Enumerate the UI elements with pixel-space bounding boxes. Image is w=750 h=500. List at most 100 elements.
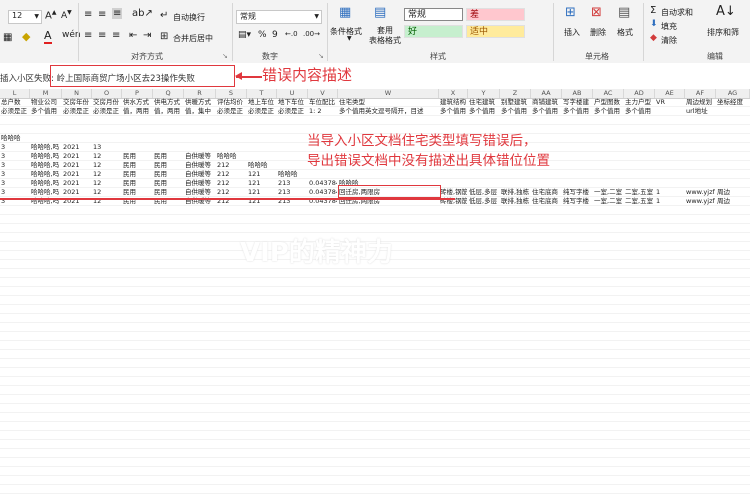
align-left-icon[interactable]: ≡ [84, 30, 92, 41]
column-header-AC[interactable]: AC [593, 89, 624, 98]
fill-icon[interactable]: ⬇ [650, 19, 658, 29]
data-cell[interactable]: 纯写字楼 [563, 197, 592, 206]
data-cell[interactable]: 哈哈哈 [217, 152, 246, 161]
header-cell[interactable]: 住宅类型 [339, 98, 438, 107]
wrap-text-icon[interactable]: ↵ [160, 10, 168, 21]
font-size-select[interactable]: 12 ▼ [8, 10, 42, 24]
hint-cell[interactable]: 1: 2 [309, 107, 337, 116]
currency-icon[interactable]: ▤▾ [238, 30, 251, 40]
header-cell[interactable]: 车位配比 [309, 98, 337, 107]
data-cell[interactable]: 1 [656, 197, 684, 206]
data-cell[interactable]: 民用 [123, 161, 152, 170]
data-cell[interactable]: 哈哈哈,吗 [31, 179, 61, 188]
hint-cell[interactable]: 必须是正 [217, 107, 246, 116]
data-cell[interactable]: 民用 [154, 188, 183, 197]
column-header-R[interactable]: R [184, 89, 216, 98]
comma-style-icon[interactable]: 9 [272, 30, 278, 40]
increase-decimal-icon[interactable]: ←.0 [285, 30, 298, 38]
sort-filter-icon[interactable]: A↓ [716, 4, 736, 19]
hint-cell[interactable]: 多个值用英文逗号隔开，目述 [339, 107, 438, 116]
column-header-S[interactable]: S [216, 89, 247, 98]
hint-cell[interactable]: 必须是正 [248, 107, 276, 116]
delete-button[interactable]: 删除 [590, 27, 606, 38]
clear-button[interactable]: 清除 [661, 35, 677, 46]
header-cell[interactable]: 供水方式 [123, 98, 152, 107]
data-cell[interactable]: 13 [93, 143, 121, 152]
data-cell[interactable]: 121 [248, 170, 276, 179]
data-cell[interactable]: 民用 [123, 188, 152, 197]
data-cell[interactable]: 0.043784 [309, 188, 337, 197]
header-cell[interactable]: 别墅建筑 [501, 98, 530, 107]
data-cell[interactable]: 2021 [63, 170, 91, 179]
number-format-select[interactable]: 常规 ▼ [236, 10, 322, 24]
column-header-AF[interactable]: AF [685, 89, 716, 98]
data-cell[interactable]: 1 [656, 188, 684, 197]
data-cell[interactable]: 12 [93, 161, 121, 170]
column-header-Y[interactable]: Y [468, 89, 500, 98]
header-cell[interactable]: 交房月份 [93, 98, 121, 107]
header-cell[interactable]: 地上车位 [248, 98, 276, 107]
header-cell[interactable]: 供暖方式 [185, 98, 215, 107]
wrap-text-button[interactable]: 自动换行 [173, 12, 205, 23]
hint-cell[interactable]: 多个值用 [501, 107, 530, 116]
cell-style-1[interactable]: 差 [466, 8, 525, 21]
column-header-M[interactable]: M [30, 89, 62, 98]
align-right-icon[interactable]: ≡ [112, 30, 120, 41]
header-cell[interactable]: 主力户型 [625, 98, 654, 107]
font-color-icon[interactable]: A [44, 29, 52, 44]
data-cell[interactable]: 213 [278, 179, 307, 188]
hint-cell[interactable]: 值，两用 [154, 107, 183, 116]
data-cell[interactable]: 3 [1, 143, 29, 152]
data-cell[interactable]: 一室,二室 [594, 188, 623, 197]
data-cell[interactable]: 纯写字楼 [563, 188, 592, 197]
data-cell[interactable]: 3 [1, 170, 29, 179]
header-cell[interactable]: 供电方式 [154, 98, 183, 107]
header-cell[interactable]: 周边规划 [686, 98, 715, 107]
data-cell[interactable]: 自供暖等 [185, 179, 215, 188]
header-cell[interactable]: 总户数 [1, 98, 29, 107]
decrease-font-icon[interactable]: A▼ [61, 9, 72, 21]
data-cell[interactable]: 2021 [63, 152, 91, 161]
column-header-Z[interactable]: Z [500, 89, 531, 98]
conditional-format-icon[interactable]: ▦ [339, 5, 351, 20]
cell-style-3[interactable]: 适中 [466, 25, 525, 38]
column-header-AE[interactable]: AE [655, 89, 685, 98]
data-cell[interactable]: 哈哈哈,吗 [31, 188, 61, 197]
insert-icon[interactable]: ⊞ [565, 5, 576, 20]
data-cell[interactable]: 哈哈哈,吗 [31, 170, 61, 179]
data-cell[interactable]: 民用 [123, 179, 152, 188]
dialog-launcher-icon[interactable]: ↘ [318, 52, 324, 60]
sort-filter-button[interactable]: 排序和筛 [707, 27, 739, 38]
fill-color-icon[interactable]: ◆ [22, 30, 30, 43]
data-cell[interactable]: 12 [93, 188, 121, 197]
header-cell[interactable]: 住宅建筑 [469, 98, 499, 107]
column-header-P[interactable]: P [122, 89, 153, 98]
data-cell[interactable]: 住宅底商 [532, 197, 561, 206]
data-cell[interactable]: 哈哈哈 [278, 170, 307, 179]
hint-cell[interactable]: 多个值用 [594, 107, 623, 116]
hint-cell[interactable]: 多个值用 [440, 107, 467, 116]
data-cell[interactable]: 周边 [717, 188, 749, 197]
data-cell[interactable]: 自供暖等 [185, 161, 215, 170]
data-cell[interactable]: 自供暖等 [185, 152, 215, 161]
data-cell[interactable]: 12 [93, 152, 121, 161]
insert-button[interactable]: 插入 [564, 27, 580, 38]
hint-cell[interactable]: 值，集中 [185, 107, 215, 116]
column-header-AB[interactable]: AB [562, 89, 593, 98]
hint-cell[interactable]: 必须是正 [1, 107, 29, 116]
data-cell[interactable]: 民用 [154, 179, 183, 188]
header-cell[interactable]: VR [656, 98, 684, 107]
column-header-X[interactable]: X [439, 89, 468, 98]
dialog-launcher-icon[interactable]: ↘ [222, 52, 228, 60]
data-cell[interactable]: 住宅底商 [532, 188, 561, 197]
format-cells-button[interactable]: 格式 [617, 27, 633, 38]
header-cell[interactable]: 地下车位 [278, 98, 307, 107]
autosum-icon[interactable]: Σ [650, 5, 656, 16]
data-cell[interactable]: 2021 [63, 179, 91, 188]
data-cell[interactable]: 212 [217, 170, 246, 179]
data-cell[interactable]: 2021 [63, 143, 91, 152]
cell-style-0[interactable]: 常规 [404, 8, 463, 21]
column-header-T[interactable]: T [247, 89, 277, 98]
data-cell[interactable]: 213 [278, 188, 307, 197]
data-cell[interactable]: 212 [217, 161, 246, 170]
